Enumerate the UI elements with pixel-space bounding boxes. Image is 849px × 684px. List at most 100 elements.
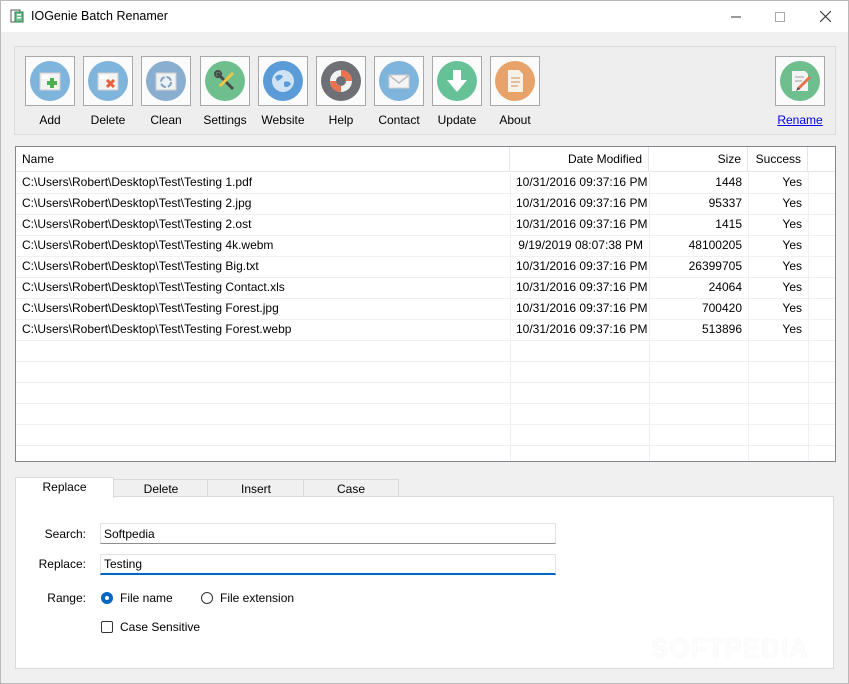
- replace-input[interactable]: [100, 554, 556, 575]
- globe-icon: [263, 61, 303, 101]
- file-size: 95337: [708, 196, 742, 210]
- file-date: 9/19/2019 08:07:38 PM: [518, 238, 643, 252]
- close-button[interactable]: [802, 1, 848, 32]
- file-size: 1448: [715, 175, 742, 189]
- add-button-label: Add: [39, 113, 61, 127]
- update-button-frame: [432, 56, 482, 106]
- file-size: 26399705: [688, 259, 742, 273]
- file-name: C:\Users\Robert\Desktop\Test\Testing Con…: [22, 280, 285, 294]
- file-date: 10/31/2016 09:37:16 PM: [516, 217, 648, 231]
- file-size: 700420: [701, 301, 742, 315]
- delete-button-frame: [83, 56, 133, 106]
- column-header-size[interactable]: Size: [649, 147, 748, 171]
- column-header-name[interactable]: Name: [16, 147, 510, 171]
- document-icon: [495, 61, 535, 101]
- radio-file-name[interactable]: [101, 592, 113, 604]
- update-button-label: Update: [437, 113, 477, 127]
- update-button[interactable]: Update: [432, 56, 482, 127]
- search-label: Search:: [44, 527, 86, 541]
- help-button[interactable]: Help: [316, 56, 366, 127]
- file-date: 10/31/2016 09:37:16 PM: [516, 196, 648, 210]
- file-row[interactable]: C:\Users\Robert\Desktop\Test\Testing 1.p…: [16, 172, 835, 194]
- file-success: Yes: [782, 259, 802, 273]
- file-success: Yes: [782, 238, 802, 252]
- watermark: SOFTPEDIA: [651, 633, 809, 663]
- file-success: Yes: [782, 280, 802, 294]
- file-name: C:\Users\Robert\Desktop\Test\Testing 2.o…: [22, 217, 252, 231]
- file-row[interactable]: C:\Users\Robert\Desktop\Test\Testing 2.j…: [16, 193, 835, 215]
- file-name: C:\Users\Robert\Desktop\Test\Testing For…: [22, 322, 292, 336]
- file-success: Yes: [782, 322, 802, 336]
- minimize-button[interactable]: [713, 1, 759, 32]
- replace-label: Replace:: [38, 557, 86, 571]
- radio-file-extension[interactable]: [201, 592, 213, 604]
- file-row[interactable]: C:\Users\Robert\Desktop\Test\Testing 4k.…: [16, 235, 835, 257]
- empty-row: [16, 382, 835, 404]
- website-button-label: Website: [261, 113, 305, 127]
- website-button[interactable]: Website: [258, 56, 308, 127]
- file-date: 10/31/2016 09:37:16 PM: [516, 280, 648, 294]
- clean-button[interactable]: Clean: [141, 56, 191, 127]
- help-button-label: Help: [328, 113, 354, 127]
- radio-file-name-label[interactable]: File name: [120, 591, 173, 605]
- tab-replace[interactable]: Replace: [15, 477, 114, 498]
- file-date: 10/31/2016 09:37:16 PM: [516, 175, 648, 189]
- about-button-label: About: [499, 113, 531, 127]
- file-name: C:\Users\Robert\Desktop\Test\Testing 1.p…: [22, 175, 253, 189]
- rename-link[interactable]: Rename: [775, 113, 825, 127]
- contact-button-label: Contact: [378, 113, 420, 127]
- search-input[interactable]: [100, 523, 556, 544]
- radio-file-extension-label[interactable]: File extension: [220, 591, 294, 605]
- website-button-frame: [258, 56, 308, 106]
- file-success: Yes: [782, 196, 802, 210]
- file-row[interactable]: C:\Users\Robert\Desktop\Test\Testing 2.o…: [16, 214, 835, 236]
- edit-document-icon: [780, 61, 820, 101]
- file-list-header: Name Date Modified Size Success: [16, 147, 835, 172]
- rename-button[interactable]: Rename: [775, 56, 825, 127]
- tools-icon: [205, 61, 245, 101]
- file-date: 10/31/2016 09:37:16 PM: [516, 259, 648, 273]
- title-bar[interactable]: IOGenie Batch Renamer: [1, 1, 848, 32]
- empty-row: [16, 424, 835, 446]
- file-name: C:\Users\Robert\Desktop\Test\Testing 4k.…: [22, 238, 274, 252]
- settings-button[interactable]: Settings: [200, 56, 250, 127]
- add-button[interactable]: Add: [25, 56, 75, 127]
- file-date: 10/31/2016 09:37:16 PM: [516, 301, 648, 315]
- app-logo-icon: [10, 9, 24, 23]
- range-label: Range:: [47, 591, 86, 605]
- contact-button[interactable]: Contact: [374, 56, 424, 127]
- toolbar: Add Delete Clean Settings Website Help C…: [14, 46, 836, 135]
- file-name: C:\Users\Robert\Desktop\Test\Testing For…: [22, 301, 279, 315]
- file-row[interactable]: C:\Users\Robert\Desktop\Test\Testing Big…: [16, 256, 835, 278]
- case-sensitive-checkbox[interactable]: [101, 621, 113, 633]
- delete-button[interactable]: Delete: [83, 56, 133, 127]
- delete-file-icon: [88, 61, 128, 101]
- download-arrow-icon: [437, 61, 477, 101]
- file-list[interactable]: Name Date Modified Size Success C:\Users…: [15, 146, 836, 462]
- clean-button-frame: [141, 56, 191, 106]
- about-button-frame: [490, 56, 540, 106]
- file-row[interactable]: C:\Users\Robert\Desktop\Test\Testing Con…: [16, 277, 835, 299]
- maximize-button[interactable]: [757, 1, 803, 32]
- column-header-success[interactable]: Success: [748, 147, 808, 171]
- file-size: 1415: [715, 217, 742, 231]
- file-name: C:\Users\Robert\Desktop\Test\Testing Big…: [22, 259, 259, 273]
- empty-row: [16, 403, 835, 425]
- file-row[interactable]: C:\Users\Robert\Desktop\Test\Testing For…: [16, 319, 835, 341]
- empty-row: [16, 361, 835, 383]
- settings-button-label: Settings: [203, 113, 247, 127]
- lifebuoy-icon: [321, 61, 361, 101]
- case-sensitive-label[interactable]: Case Sensitive: [120, 620, 200, 634]
- add-button-frame: [25, 56, 75, 106]
- maximize-icon: [775, 11, 785, 22]
- empty-row: [16, 340, 835, 362]
- file-success: Yes: [782, 217, 802, 231]
- about-button[interactable]: About: [490, 56, 540, 127]
- add-file-icon: [30, 61, 70, 101]
- envelope-icon: [379, 61, 419, 101]
- file-row[interactable]: C:\Users\Robert\Desktop\Test\Testing For…: [16, 298, 835, 320]
- file-name: C:\Users\Robert\Desktop\Test\Testing 2.j…: [22, 196, 252, 210]
- minimize-icon: [731, 16, 741, 17]
- column-header-date-modified[interactable]: Date Modified: [510, 147, 649, 171]
- window-title: IOGenie Batch Renamer: [31, 9, 168, 23]
